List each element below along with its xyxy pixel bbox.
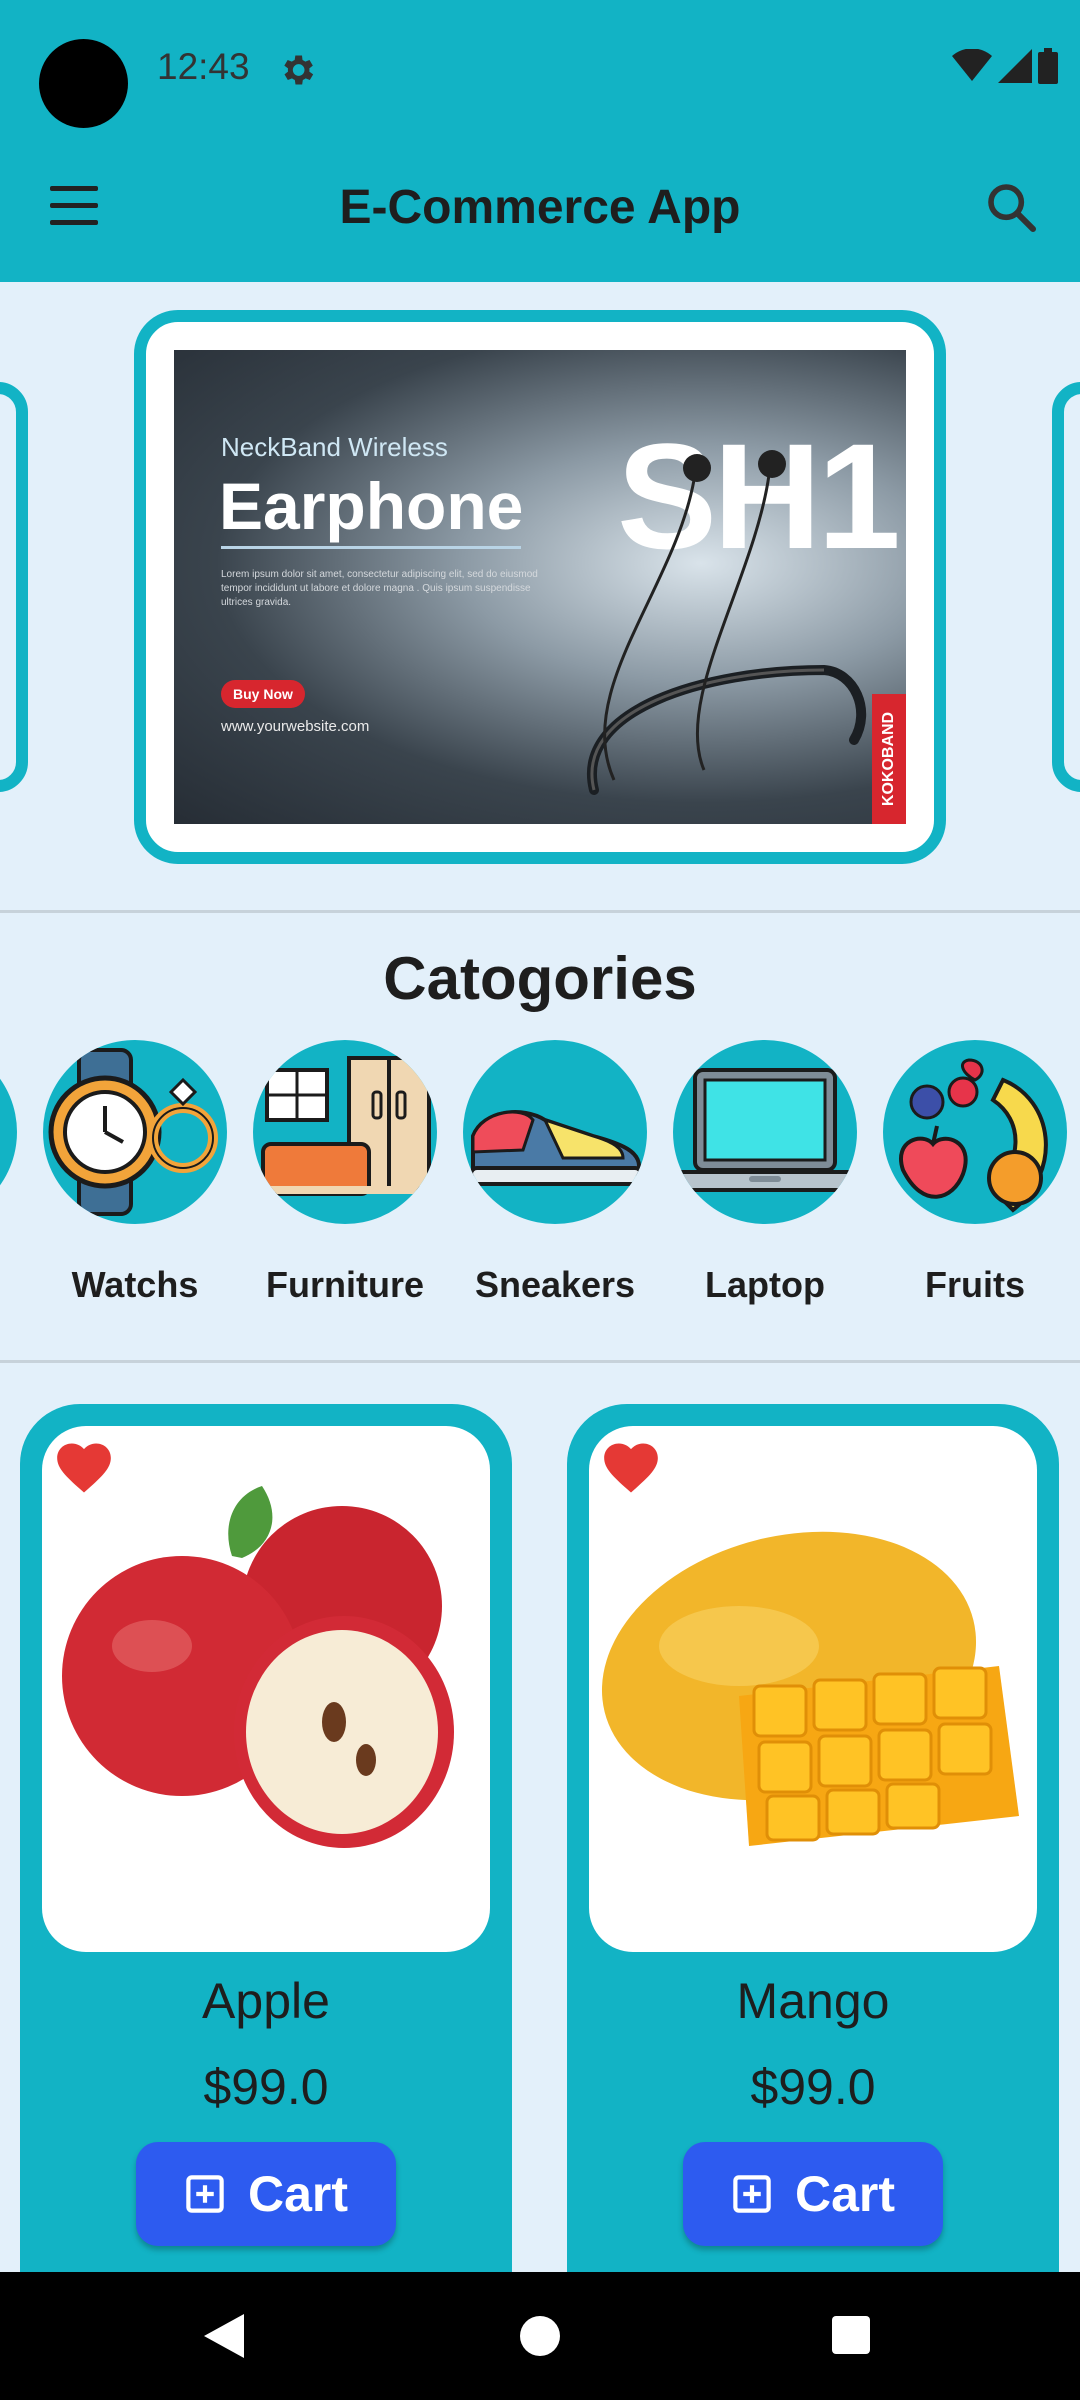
favorite-heart-icon[interactable] xyxy=(56,1442,112,1494)
watch-ring-icon xyxy=(48,1048,218,1216)
category-circle xyxy=(463,1040,647,1224)
product-image xyxy=(589,1426,1037,1952)
app-title: E-Commerce App xyxy=(339,181,741,234)
category-label: Laptop xyxy=(705,1264,825,1305)
status-icons xyxy=(952,48,1058,84)
product-name: Mango xyxy=(736,1973,890,2029)
top-app-bar: 12:43 E-Commerce App xyxy=(0,0,1080,282)
categories-title: Catogories xyxy=(383,945,697,1012)
section-divider xyxy=(0,910,1080,913)
add-to-cart-button[interactable]: Cart xyxy=(136,2142,396,2246)
category-item-furniture[interactable]: Furniture xyxy=(250,1040,440,1306)
banner-brand: KOKOBAND xyxy=(880,711,897,807)
category-circle xyxy=(253,1040,437,1224)
carousel-next-card[interactable] xyxy=(1052,382,1080,792)
banner-buy-now: Buy Now xyxy=(221,680,305,708)
banner-headline: Earphone xyxy=(219,469,524,543)
furniture-icon xyxy=(253,1056,437,1196)
category-item-watchs[interactable]: Watchs xyxy=(40,1040,230,1306)
product-name: Apple xyxy=(202,1973,330,2029)
home-icon[interactable] xyxy=(520,2316,560,2356)
product-price: $99.0 xyxy=(203,2059,329,2115)
category-icon-circle xyxy=(0,1040,17,1224)
add-box-icon xyxy=(733,2175,771,2213)
fruits-icon xyxy=(899,1058,1048,1213)
category-label: Fruits xyxy=(924,1264,1025,1305)
category-circle xyxy=(43,1040,227,1224)
banner-brand-tag: KOKOBAND xyxy=(872,694,906,824)
apple-fruit-icon xyxy=(62,1486,454,1848)
banner-website: www.yourwebsite.com xyxy=(221,718,370,735)
section-divider xyxy=(0,1360,1080,1363)
category-label: Furniture xyxy=(266,1264,424,1305)
camera-cutout xyxy=(39,39,128,128)
product-card-apple[interactable]: Apple $99.0 Cart xyxy=(20,1404,512,2400)
category-item-partial[interactable] xyxy=(0,1040,20,1224)
add-box-icon xyxy=(186,2175,224,2213)
back-icon[interactable] xyxy=(204,2314,244,2358)
product-image xyxy=(42,1426,490,1952)
battery-icon xyxy=(1038,48,1058,84)
banner-subtitle: NeckBand Wireless xyxy=(221,432,448,462)
product-price: $99.0 xyxy=(750,2059,876,2115)
category-label: Sneakers xyxy=(474,1264,636,1305)
sneaker-icon xyxy=(469,1110,643,1186)
settings-gear-icon xyxy=(284,55,314,85)
earphone-banner-image: NeckBand Wireless Earphone Lorem ipsum d… xyxy=(174,350,906,824)
status-time: 12:43 xyxy=(157,46,250,87)
cart-button-label: Cart xyxy=(794,2166,896,2222)
neckband-earphone-icon xyxy=(587,450,867,795)
carousel-active-card[interactable]: NeckBand Wireless Earphone Lorem ipsum d… xyxy=(134,310,946,864)
wifi-icon xyxy=(952,49,992,81)
category-circle xyxy=(673,1040,857,1224)
favorite-heart-icon[interactable] xyxy=(603,1442,659,1494)
system-nav-bar xyxy=(0,2272,1080,2400)
laptop-icon xyxy=(675,1068,855,1192)
search-icon[interactable] xyxy=(984,180,1040,236)
product-card-mango[interactable]: Mango $99.0 Cart xyxy=(567,1404,1059,2400)
category-item-fruits[interactable]: Fruits xyxy=(880,1040,1070,1306)
banner-carousel[interactable]: NeckBand Wireless Earphone Lorem ipsum d… xyxy=(0,282,1080,910)
signal-icon xyxy=(998,49,1032,83)
carousel-prev-card[interactable] xyxy=(0,382,28,792)
add-to-cart-button[interactable]: Cart xyxy=(683,2142,943,2246)
categories-list[interactable]: Watchs Furniture Sneakers Laptop Fruits xyxy=(0,1040,1080,1320)
category-item-laptop[interactable]: Laptop xyxy=(670,1040,860,1306)
mango-fruit-icon xyxy=(601,1531,1019,1846)
recent-apps-icon[interactable] xyxy=(832,2316,870,2354)
banner-rule xyxy=(221,546,521,549)
cart-button-label: Cart xyxy=(247,2166,349,2222)
category-circle xyxy=(883,1040,1067,1224)
banner-body: Lorem ipsum dolor sit amet, consectetur … xyxy=(221,569,538,608)
category-item-sneakers[interactable]: Sneakers xyxy=(460,1040,650,1306)
category-label: Watchs xyxy=(71,1264,199,1305)
